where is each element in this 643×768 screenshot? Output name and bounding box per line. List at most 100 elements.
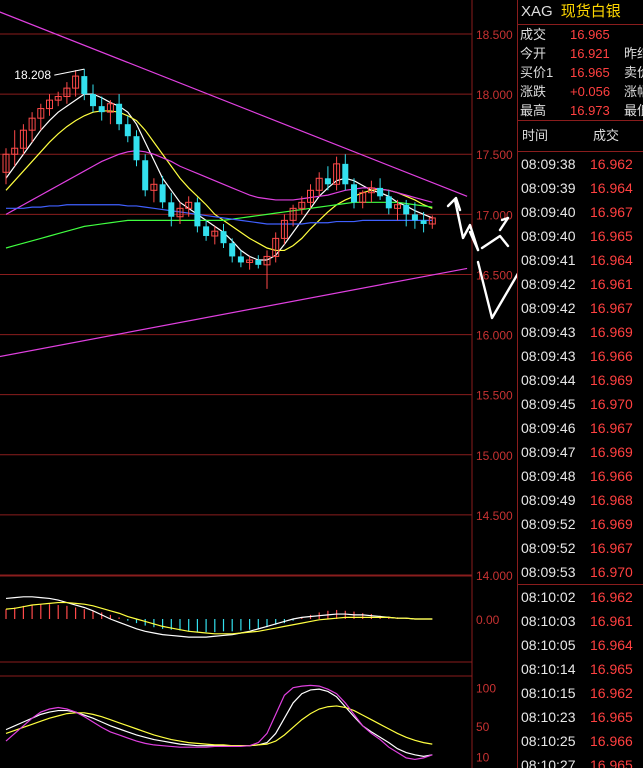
moving-average-line bbox=[5, 93, 433, 261]
tick-row: 08:09:43 16.969 bbox=[518, 320, 643, 344]
candle-body bbox=[342, 163, 349, 185]
tick-time: 08:10:15 bbox=[521, 685, 576, 701]
annotation-arrow bbox=[476, 260, 517, 320]
candle-body bbox=[420, 220, 427, 224]
tick-price: 16.964 bbox=[590, 637, 633, 653]
trendline bbox=[0, 267, 468, 358]
quote-label: 涨跌 bbox=[520, 84, 547, 99]
tick-time: 08:09:46 bbox=[521, 420, 576, 436]
y-tick-label: 15.500 bbox=[476, 389, 513, 403]
tick-row: 08:09:42 16.967 bbox=[518, 296, 643, 320]
quote-row-bid: 买价1 16.965 卖价1 bbox=[518, 63, 643, 82]
candle-body bbox=[133, 136, 140, 161]
tick-price: 16.965 bbox=[590, 228, 633, 244]
trendline bbox=[0, 11, 468, 197]
tick-row: 08:09:40 16.967 bbox=[518, 200, 643, 224]
tick-price: 16.962 bbox=[590, 156, 633, 172]
chart-area[interactable]: 18.500 18.000 17.500 17.000 16.500 16.000 15.5… bbox=[0, 0, 517, 768]
candle-body bbox=[194, 202, 201, 227]
tick-time: 08:09:43 bbox=[521, 348, 576, 364]
candle-body bbox=[411, 214, 418, 221]
quote-row-open: 今开 16.921 昨结 bbox=[518, 44, 643, 63]
tick-price: 16.969 bbox=[590, 324, 633, 340]
quote-label-2: 昨结 bbox=[624, 46, 643, 61]
quote-value: +0.056 bbox=[570, 84, 611, 99]
quote-label-2: 最低 bbox=[624, 103, 643, 118]
annotation-arrow bbox=[498, 216, 510, 232]
tick-price: 16.965 bbox=[590, 757, 633, 768]
tick-row: 08:09:41 16.964 bbox=[518, 248, 643, 272]
y-tick-label: 17.500 bbox=[476, 148, 513, 162]
tick-price: 16.967 bbox=[590, 300, 633, 316]
quote-label: 最高 bbox=[520, 103, 547, 118]
tick-time: 08:09:40 bbox=[521, 204, 576, 220]
tick-price: 16.970 bbox=[590, 564, 633, 580]
kdj-line bbox=[5, 684, 433, 761]
candle-body bbox=[124, 124, 131, 137]
tick-time: 08:09:45 bbox=[521, 396, 576, 412]
kline-chart[interactable]: 18.50018.00017.50017.00016.50016.00015.5… bbox=[0, 0, 517, 768]
annotation-arrow bbox=[446, 196, 462, 212]
tick-time: 08:10:03 bbox=[521, 613, 576, 629]
candle-body bbox=[324, 178, 331, 185]
tick-price: 16.964 bbox=[590, 252, 633, 268]
tick-price: 16.966 bbox=[590, 468, 633, 484]
quote-label: 成交 bbox=[520, 27, 547, 42]
tick-time: 08:09:49 bbox=[521, 492, 576, 508]
ticks-header-price: 成交 bbox=[593, 128, 620, 143]
tick-time: 08:09:40 bbox=[521, 228, 576, 244]
tick-price: 16.969 bbox=[590, 444, 633, 460]
candle-body bbox=[90, 94, 96, 107]
high-pointer bbox=[54, 68, 85, 76]
candle-body bbox=[116, 103, 123, 125]
candle-body bbox=[203, 226, 210, 236]
annotation-arrow bbox=[480, 234, 510, 250]
candle-body bbox=[220, 231, 227, 244]
tick-time: 08:09:43 bbox=[521, 324, 576, 340]
symbol-name: 现货白银 bbox=[560, 3, 621, 20]
tick-row: 08:09:39 16.964 bbox=[518, 176, 643, 200]
tick-time: 08:09:47 bbox=[521, 444, 576, 460]
tick-price: 16.970 bbox=[590, 396, 633, 412]
candle-body bbox=[159, 184, 166, 203]
tick-price: 16.968 bbox=[590, 492, 633, 508]
symbol-code: XAG bbox=[521, 3, 553, 20]
tick-row: 08:10:14 16.965 bbox=[518, 657, 643, 681]
tick-price: 16.962 bbox=[590, 589, 633, 605]
tick-time: 08:09:52 bbox=[521, 516, 576, 532]
candle-body bbox=[229, 243, 236, 257]
macd-zero-label: 0.00 bbox=[476, 613, 500, 627]
candle-body bbox=[351, 184, 357, 203]
kdj-tick-label: 100 bbox=[476, 682, 496, 696]
tick-row: 08:09:43 16.966 bbox=[518, 344, 643, 368]
quote-panel: XAG 现货白银 成交 16.965 今开 16.921 昨结 买价1 16.96… bbox=[517, 0, 643, 768]
quote-row-high: 最高 16.973 最低 bbox=[518, 101, 643, 120]
tick-time: 08:10:23 bbox=[521, 709, 576, 725]
tick-price: 16.967 bbox=[590, 204, 633, 220]
tick-list[interactable]: 08:09:38 16.962 08:09:39 16.964 08:09:40 16.9… bbox=[518, 152, 643, 768]
tick-row: 08:09:44 16.969 bbox=[518, 368, 643, 392]
y-tick-label: 14.500 bbox=[476, 509, 513, 523]
tick-row: 08:09:52 16.969 bbox=[518, 512, 643, 536]
quote-label-2: 涨幅 bbox=[624, 84, 643, 99]
ticks-header: 时间 成交 bbox=[518, 121, 643, 151]
tick-row: 08:09:40 16.965 bbox=[518, 224, 643, 248]
tick-row: 08:10:27 16.965 bbox=[518, 753, 643, 768]
tick-time: 08:09:48 bbox=[521, 468, 576, 484]
tick-price: 16.964 bbox=[590, 180, 633, 196]
quote-header: XAG 现货白银 bbox=[518, 0, 643, 24]
tick-price: 16.961 bbox=[590, 613, 633, 629]
tick-row: 08:09:38 16.962 bbox=[518, 152, 643, 176]
tick-time: 08:09:42 bbox=[521, 276, 576, 292]
quote-value: 16.921 bbox=[570, 46, 610, 61]
candle-body bbox=[237, 256, 244, 263]
quote-value: 16.973 bbox=[570, 103, 610, 118]
high-annotation: 18.208 bbox=[14, 68, 51, 82]
moving-average-line bbox=[5, 201, 433, 249]
tick-price: 16.967 bbox=[590, 420, 633, 436]
candle-body bbox=[255, 260, 262, 265]
tick-price: 16.962 bbox=[590, 685, 633, 701]
macd-line bbox=[5, 601, 433, 635]
quote-label-2: 卖价1 bbox=[624, 65, 643, 80]
y-tick-label: 15.000 bbox=[476, 449, 513, 463]
